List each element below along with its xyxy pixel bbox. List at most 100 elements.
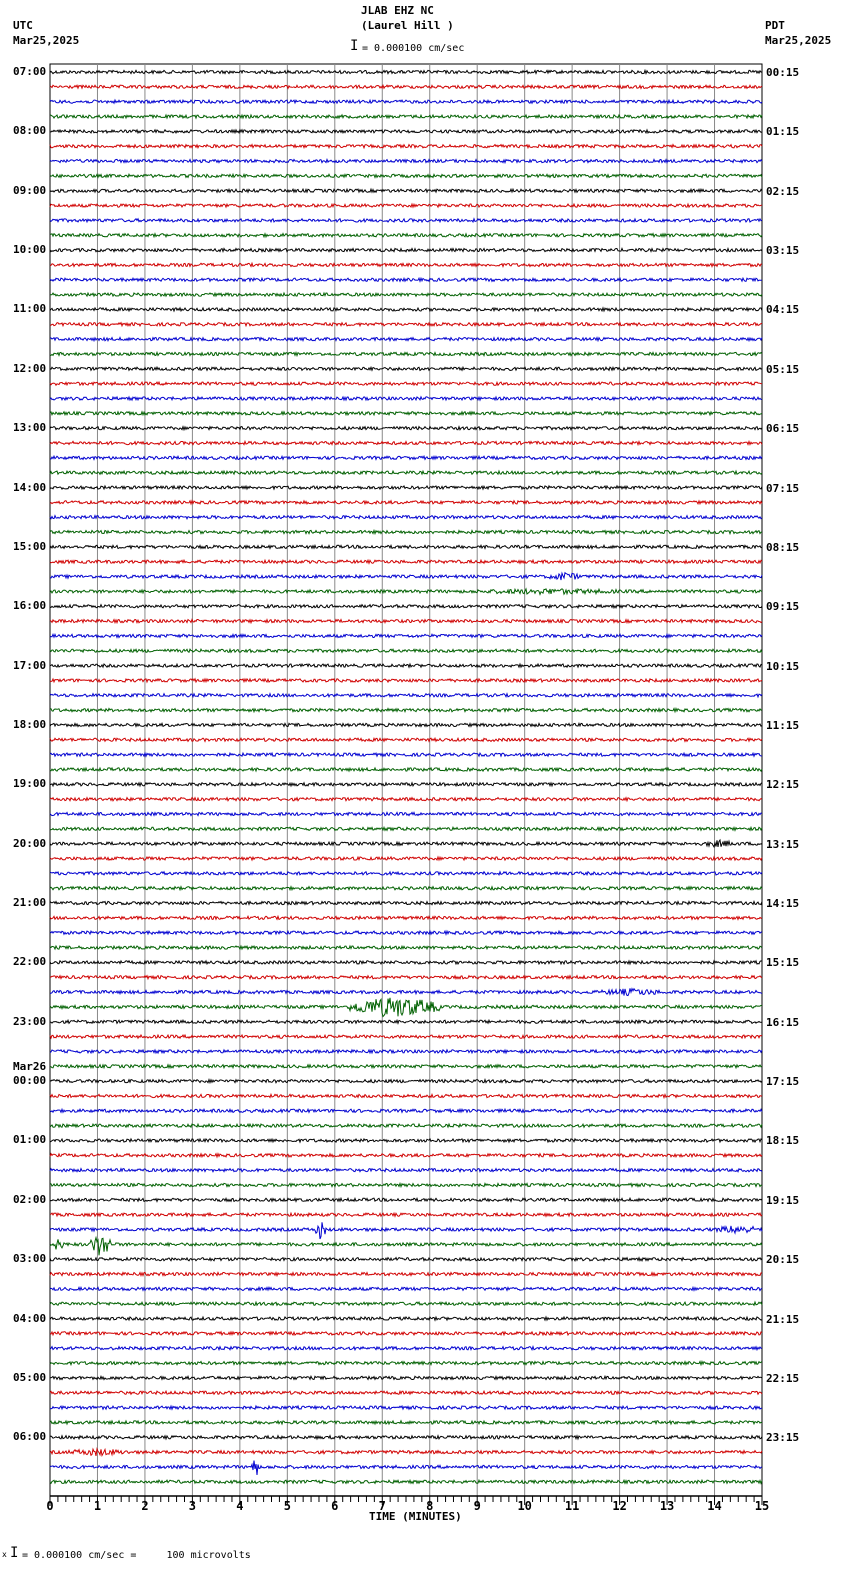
seismic-trace (49, 899, 763, 906)
utc-hour-label: 00:00 (13, 1074, 47, 1088)
utc-hour-label: 21:00 (13, 896, 47, 910)
seismic-trace (49, 321, 763, 328)
seismic-trace (49, 1344, 763, 1352)
seismogram-page: JLAB EHZ NC (Laurel Hill ) UTC Mar25,202… (0, 0, 850, 1584)
seismic-trace (49, 721, 763, 728)
seismic-trace (49, 1419, 763, 1426)
x-tick-label: 13 (660, 1499, 674, 1513)
x-tick-label: 0 (46, 1499, 53, 1513)
seismic-trace (50, 454, 763, 461)
seismic-trace (49, 1271, 763, 1278)
seismic-trace (49, 959, 763, 966)
pdt-time-label: 05:15 (766, 362, 800, 376)
seismic-trace (49, 425, 763, 432)
seismic-trace (49, 1107, 763, 1114)
seismic-trace (49, 1152, 763, 1159)
seismic-trace (49, 838, 763, 849)
pdt-time-label: 14:15 (766, 897, 800, 911)
seismic-trace (49, 306, 763, 313)
pdt-time-label: 08:15 (766, 540, 800, 554)
pdt-time-label: 02:15 (766, 184, 800, 198)
seismic-trace (49, 499, 763, 506)
pdt-time-label: 15:15 (766, 956, 800, 970)
pdt-time-label: 16:15 (766, 1015, 800, 1029)
utc-hour-label: 10:00 (13, 243, 47, 257)
seismic-trace (49, 143, 763, 150)
seismic-trace (49, 558, 763, 565)
pdt-time-label: 19:15 (766, 1193, 800, 1207)
utc-hour-label: 07:00 (13, 65, 47, 78)
seismic-trace (49, 632, 763, 639)
seismic-trace (49, 1048, 763, 1055)
pdt-time-label: 17:15 (766, 1075, 800, 1089)
seismic-trace (49, 1285, 763, 1292)
utc-hour-label: 11:00 (13, 302, 47, 316)
seismic-trace (49, 1478, 763, 1485)
x-tick-label: 9 (474, 1499, 481, 1513)
seismic-trace (49, 974, 763, 981)
seismic-trace (49, 618, 763, 625)
seismic-trace (49, 736, 763, 743)
seismic-trace (49, 1018, 763, 1025)
seismic-trace (49, 997, 763, 1018)
seismic-trace (49, 1460, 763, 1476)
seismic-trace (49, 929, 763, 936)
seismic-trace (49, 603, 763, 610)
x-tick-label: 1 (94, 1499, 101, 1513)
utc-hour-label: 05:00 (13, 1370, 47, 1384)
seismic-trace (49, 83, 763, 90)
seismic-trace (49, 395, 763, 402)
seismic-trace (49, 1374, 763, 1381)
seismic-trace (49, 781, 763, 788)
x-tick-label: 6 (331, 1499, 338, 1513)
seismic-trace (49, 914, 763, 921)
utc-hour-label: 09:00 (13, 183, 47, 197)
seismic-trace (49, 855, 763, 862)
seismic-trace (49, 469, 763, 476)
utc-hour-label: 03:00 (13, 1252, 47, 1266)
seismic-trace (49, 128, 763, 135)
seismic-trace (49, 677, 763, 684)
seismic-trace (49, 1222, 763, 1240)
x-tick-label: 8 (426, 1499, 433, 1513)
seismic-trace (49, 528, 762, 536)
seismic-trace (49, 113, 763, 120)
seismic-trace (49, 662, 763, 669)
x-tick-label: 2 (141, 1499, 148, 1513)
pdt-time-label: 20:15 (766, 1253, 800, 1267)
utc-hour-label: 14:00 (13, 480, 47, 494)
seismic-trace (49, 587, 763, 596)
seismic-trace (49, 1167, 763, 1174)
pdt-time-label: 11:15 (766, 718, 800, 732)
seismic-trace (49, 276, 763, 283)
seismic-trace (49, 811, 763, 817)
pdt-time-label: 13:15 (766, 837, 800, 851)
seismic-trace (49, 172, 763, 179)
seismic-trace (49, 885, 763, 892)
x-tick-label: 12 (612, 1499, 626, 1513)
seismic-trace (49, 410, 763, 417)
x-tick-label: 14 (707, 1499, 721, 1513)
pdt-time-label: 01:15 (766, 125, 800, 139)
utc-hour-label: 20:00 (13, 836, 47, 850)
seismic-trace (49, 825, 763, 832)
seismic-trace (49, 68, 763, 76)
seismic-trace (49, 647, 763, 654)
seismic-trace (50, 987, 763, 997)
seismic-trace (49, 1211, 763, 1218)
seismic-trace (49, 1092, 763, 1100)
utc-hour-label: 12:00 (13, 361, 47, 375)
seismic-trace (49, 439, 763, 447)
utc-hour-label: 13:00 (13, 421, 47, 435)
pdt-time-label: 09:15 (766, 600, 800, 614)
x-tick-label: 15 (755, 1499, 769, 1513)
x-tick-label: 3 (189, 1499, 196, 1513)
seismic-trace (49, 766, 763, 773)
pdt-time-label: 04:15 (766, 303, 800, 317)
seismic-trace (49, 1196, 763, 1203)
seismic-trace (50, 291, 763, 298)
seismic-trace (49, 217, 763, 224)
utc-hour-label: 19:00 (13, 777, 47, 791)
pdt-time-label: 06:15 (766, 422, 800, 436)
utc-hour-label: 15:00 (13, 539, 47, 553)
